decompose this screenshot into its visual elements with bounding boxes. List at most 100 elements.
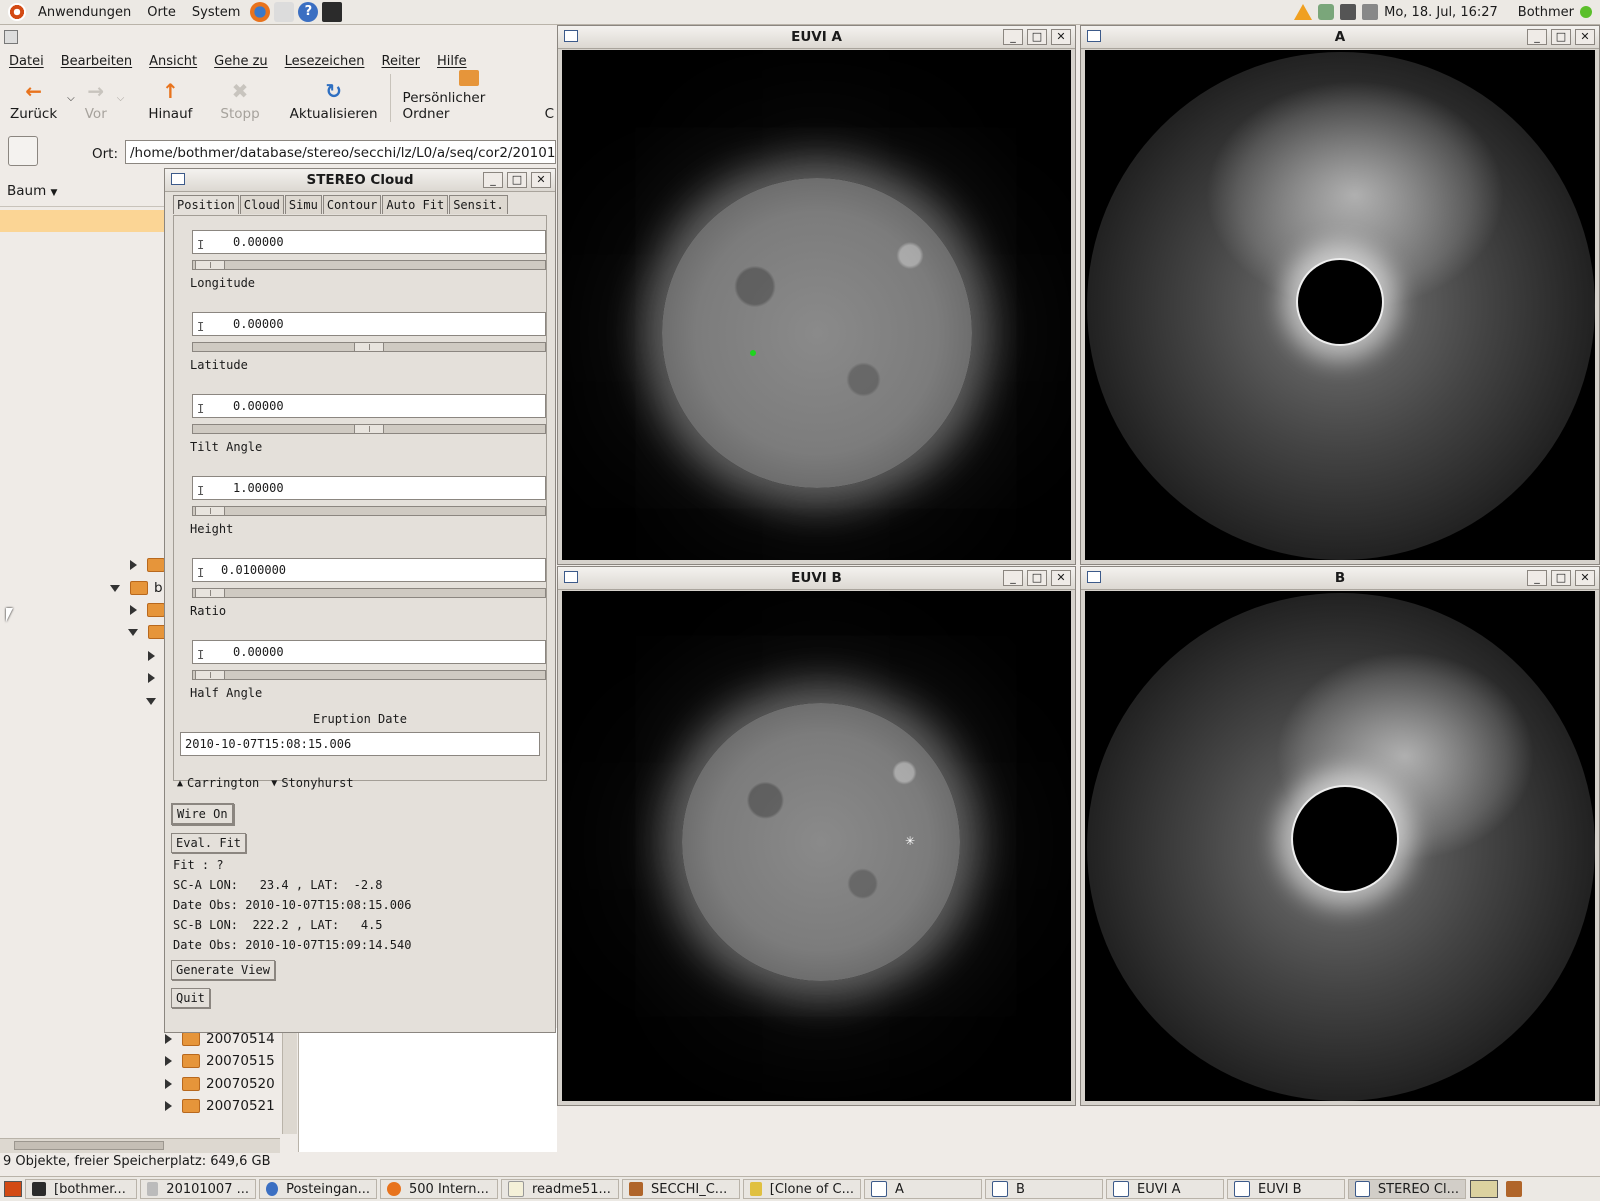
titlebar[interactable]: EUVI A _ □ ✕ (558, 26, 1075, 49)
tree-row[interactable] (148, 667, 165, 689)
maximize-button[interactable]: □ (1027, 29, 1047, 45)
titlebar[interactable]: STEREO Cloud _ □ ✕ (165, 169, 555, 192)
menu-reiter[interactable]: Reiter (373, 54, 429, 69)
euvi-b-window[interactable]: EUVI B _ □ ✕ ✳ (557, 566, 1076, 1106)
tab-sensit[interactable]: Sensit. (449, 195, 508, 214)
task-window-b[interactable]: B (985, 1179, 1103, 1199)
home-button[interactable]: Persönlicher Ordner (389, 70, 543, 122)
ratio-slider[interactable] (192, 588, 546, 598)
status-online-icon[interactable] (1580, 6, 1592, 18)
minimize-button[interactable]: _ (1527, 570, 1547, 586)
half-angle-slider[interactable] (192, 670, 546, 680)
trash-icon[interactable] (1506, 1181, 1522, 1197)
task-window-a[interactable]: A (864, 1179, 982, 1199)
euvi-a-image[interactable] (562, 50, 1071, 560)
selected-tree-row[interactable] (0, 210, 165, 232)
close-button[interactable]: ✕ (531, 172, 551, 188)
edit-location-icon[interactable] (8, 136, 38, 166)
task-window-stereo[interactable]: STEREO Cl... (1348, 1179, 1466, 1199)
longitude-input[interactable]: I 0.00000 (192, 230, 546, 254)
titlebar[interactable]: EUVI B _ □ ✕ (558, 567, 1075, 590)
expand-icon[interactable] (165, 1056, 172, 1066)
euvi-b-image[interactable]: ✳ (562, 591, 1071, 1101)
close-button[interactable]: ✕ (1051, 570, 1071, 586)
tilt-angle-slider[interactable] (192, 424, 546, 434)
tilt-angle-input[interactable]: I 0.00000 (192, 394, 546, 418)
maximize-button[interactable]: □ (1551, 570, 1571, 586)
collapse-icon[interactable] (110, 584, 120, 592)
mail-icon[interactable] (274, 2, 295, 22)
maximize-button[interactable]: □ (507, 172, 527, 188)
workspace-switcher[interactable] (1470, 1180, 1498, 1198)
menu-lesezeichen[interactable]: Lesezeichen (276, 54, 373, 69)
menu-hilfe[interactable]: Hilfe (428, 54, 475, 69)
task-terminal[interactable]: [bothmer... (25, 1179, 137, 1199)
task-window-euvi-b[interactable]: EUVI B (1227, 1179, 1345, 1199)
minimize-button[interactable]: _ (1003, 29, 1023, 45)
tree-row[interactable] (148, 645, 165, 667)
close-button[interactable]: ✕ (1575, 29, 1595, 45)
minimize-button[interactable]: _ (483, 172, 503, 188)
user-name[interactable]: Bothmer (1518, 5, 1574, 20)
titlebar[interactable]: A _ □ ✕ (1081, 26, 1599, 49)
forward-history-dropdown[interactable]: ⌵ (115, 74, 127, 122)
tree-vertical-scrollbar[interactable] (282, 1028, 297, 1134)
up-button[interactable]: ↑ Hinauf (140, 74, 200, 122)
expand-icon[interactable] (148, 673, 155, 683)
eval-fit-button[interactable]: Eval. Fit (171, 833, 247, 853)
tab-cloud[interactable]: Cloud (239, 195, 284, 214)
volume-icon[interactable] (1362, 4, 1379, 20)
tab-contour[interactable]: Contour (322, 195, 382, 214)
stonyhurst-radio[interactable]: ▼ Stonyhurst (271, 776, 353, 790)
close-button[interactable]: ✕ (1051, 29, 1071, 45)
task-clone[interactable]: [Clone of C... (743, 1179, 861, 1199)
collapse-icon[interactable] (128, 628, 138, 636)
tree-horizontal-scrollbar[interactable] (0, 1138, 280, 1153)
task-secchi[interactable]: SECCHI_C... (622, 1179, 740, 1199)
tree-row[interactable] (146, 690, 166, 712)
location-input[interactable]: /home/bothmer/database/stereo/secchi/lz/… (125, 140, 556, 164)
window-menu-icon[interactable] (4, 30, 18, 44)
menu-gehe-zu[interactable]: Gehe zu (205, 54, 276, 69)
tree-row[interactable]: b (110, 577, 163, 599)
expand-icon[interactable] (165, 1034, 172, 1044)
latitude-input[interactable]: I 0.00000 (192, 312, 546, 336)
help-icon[interactable]: ? (298, 2, 319, 22)
task-mail[interactable]: Posteingan... (259, 1179, 377, 1199)
slider-knob[interactable] (354, 342, 384, 352)
generate-view-button[interactable]: Generate View (171, 960, 275, 980)
tab-simu[interactable]: Simu (284, 195, 322, 214)
task-window-euvi-a[interactable]: EUVI A (1106, 1179, 1224, 1199)
menu-places[interactable]: Orte (139, 5, 184, 20)
stop-button[interactable]: ✖ Stopp (212, 74, 267, 122)
cor-b-image[interactable] (1085, 591, 1595, 1101)
cor-b-window[interactable]: B _ □ ✕ (1080, 566, 1600, 1106)
tab-auto-fit[interactable]: Auto Fit (382, 195, 449, 214)
clock[interactable]: Mo, 18. Jul, 16:27 (1384, 5, 1498, 20)
terminal-icon[interactable] (322, 2, 343, 22)
menu-bearbeiten[interactable]: Bearbeiten (52, 54, 140, 69)
expand-icon[interactable] (165, 1101, 172, 1111)
scroll-thumb[interactable] (14, 1141, 164, 1150)
expand-icon[interactable] (148, 651, 155, 661)
wire-on-button[interactable]: Wire On (171, 803, 234, 825)
expand-icon[interactable] (130, 560, 137, 570)
cor-a-window[interactable]: A _ □ ✕ (1080, 25, 1600, 565)
half-angle-input[interactable]: I 0.00000 (192, 640, 546, 664)
show-desktop-icon[interactable] (4, 1181, 22, 1197)
slider-knob[interactable] (354, 424, 384, 434)
back-button[interactable]: ← Zurück (2, 74, 65, 122)
stereo-cloud-window[interactable]: STEREO Cloud _ □ ✕ Position Cloud Simu C… (164, 168, 556, 1033)
cor-a-image[interactable] (1085, 50, 1595, 560)
back-history-dropdown[interactable]: ⌵ (65, 74, 77, 122)
collapse-icon[interactable] (146, 697, 156, 705)
maximize-button[interactable]: □ (1027, 570, 1047, 586)
expand-icon[interactable] (165, 1079, 172, 1089)
tree-row[interactable]: 20070515 (165, 1050, 275, 1072)
tab-position[interactable]: Position (173, 195, 239, 214)
menu-ansicht[interactable]: Ansicht (140, 54, 205, 69)
tree-row[interactable]: 20070521 (165, 1095, 275, 1117)
titlebar[interactable]: B _ □ ✕ (1081, 567, 1599, 590)
maximize-button[interactable]: □ (1551, 29, 1571, 45)
carrington-radio[interactable]: ▲ Carrington (177, 776, 259, 790)
